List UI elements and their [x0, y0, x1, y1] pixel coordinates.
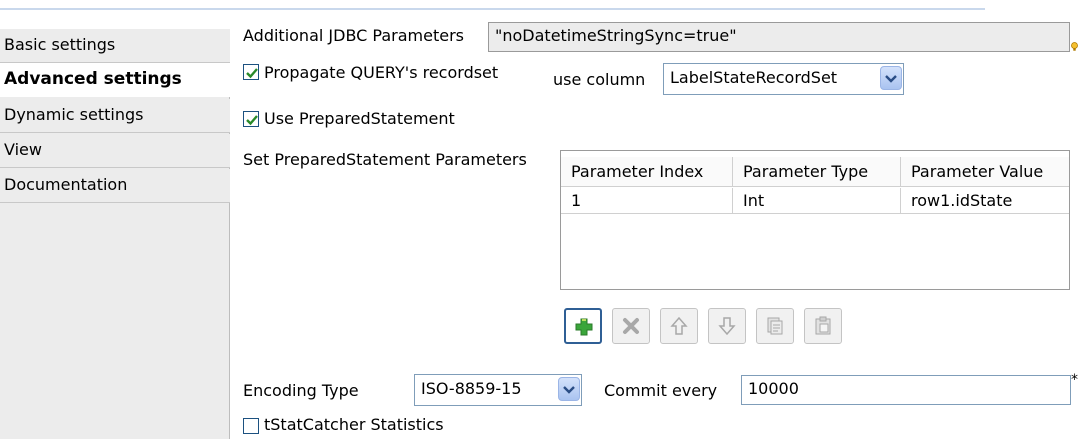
- table-cell-parameter-type[interactable]: Int: [733, 188, 901, 214]
- add-row-button[interactable]: [564, 308, 602, 344]
- table-cell-parameter-value[interactable]: row1.idState: [901, 188, 1069, 214]
- use-prepared-statement-label: Use PreparedStatement: [264, 109, 455, 128]
- warning-bulb-icon: [1071, 36, 1078, 51]
- paste-icon: [815, 316, 831, 335]
- remove-icon: [623, 318, 639, 334]
- encoding-type-select-value: ISO-8859-15: [421, 379, 522, 398]
- use-column-label: use column: [553, 70, 646, 89]
- copy-row-button[interactable]: [756, 308, 794, 344]
- move-up-button[interactable]: [660, 308, 698, 344]
- use-prepared-statement-checkbox[interactable]: [243, 111, 259, 127]
- tab-documentation[interactable]: Documentation: [0, 169, 230, 203]
- add-icon: [575, 318, 593, 336]
- jdbc-params-label: Additional JDBC Parameters: [243, 26, 464, 45]
- use-column-select[interactable]: LabelStateRecordSet: [663, 63, 904, 95]
- prepared-params-label: Set PreparedStatement Parameters: [243, 150, 527, 169]
- required-marker: *: [1071, 372, 1078, 388]
- settings-sidebar: Basic settings Advanced settings Dynamic…: [0, 29, 230, 439]
- column-header-parameter-type[interactable]: Parameter Type: [733, 157, 901, 187]
- remove-row-button[interactable]: [612, 308, 650, 344]
- move-up-icon: [670, 316, 688, 335]
- use-column-select-value: LabelStateRecordSet: [670, 68, 838, 87]
- tab-dynamic-settings[interactable]: Dynamic settings: [0, 99, 230, 133]
- copy-icon: [767, 317, 783, 335]
- encoding-type-label: Encoding Type: [243, 381, 359, 400]
- encoding-type-select[interactable]: ISO-8859-15: [414, 374, 582, 406]
- chevron-down-icon[interactable]: [880, 66, 902, 90]
- column-header-parameter-value[interactable]: Parameter Value: [901, 157, 1069, 187]
- top-divider: [0, 8, 985, 10]
- tstatcatcher-label: tStatCatcher Statistics: [264, 415, 444, 434]
- tab-advanced-settings[interactable]: Advanced settings: [0, 63, 230, 97]
- paste-row-button[interactable]: [804, 308, 842, 344]
- prepared-params-table: Parameter Index Parameter Type Parameter…: [560, 150, 1070, 290]
- tab-basic-settings[interactable]: Basic settings: [0, 29, 230, 63]
- move-down-button[interactable]: [708, 308, 746, 344]
- tstatcatcher-checkbox[interactable]: [243, 418, 259, 434]
- commit-every-field[interactable]: 10000: [741, 375, 1071, 405]
- move-down-icon: [718, 317, 736, 336]
- propagate-recordset-checkbox[interactable]: [243, 64, 259, 80]
- tab-view[interactable]: View: [0, 134, 230, 168]
- chevron-down-icon[interactable]: [558, 377, 580, 401]
- table-cell-parameter-index[interactable]: 1: [561, 188, 733, 214]
- commit-every-label: Commit every: [604, 381, 718, 400]
- column-header-parameter-index[interactable]: Parameter Index: [561, 157, 733, 187]
- propagate-recordset-label: Propagate QUERY's recordset: [264, 63, 499, 82]
- jdbc-params-field[interactable]: "noDatetimeStringSync=true": [488, 22, 1070, 52]
